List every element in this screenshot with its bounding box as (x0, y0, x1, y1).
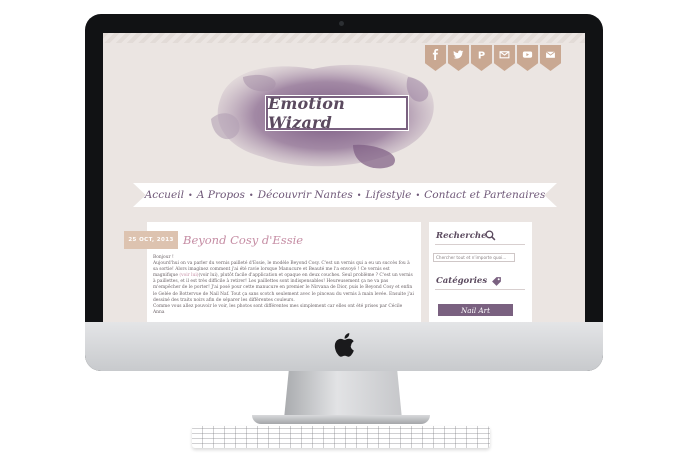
camera-dot (339, 21, 344, 26)
divider (435, 244, 525, 245)
blog-logo[interactable]: Emotion Wizard (265, 94, 409, 132)
nav-item-a-propos[interactable]: A Propos (197, 189, 245, 201)
search-input[interactable]: Chercher tout et n'importe quoi... (433, 253, 515, 262)
nav-separator: • (188, 190, 193, 200)
post-inline-link[interactable]: (voir lui) (179, 273, 198, 278)
nav-separator: • (356, 190, 362, 200)
browser-screen: P Emotion Wizard Accueil • A Propos • Dé… (103, 33, 585, 322)
mail-icon[interactable] (540, 45, 561, 71)
search-icon[interactable] (485, 230, 496, 241)
post-body: Bonjour ! Aujourd'hui on va parler du ve… (153, 255, 415, 316)
search-heading: Recherche (436, 231, 487, 241)
pinterest-icon[interactable]: P (471, 45, 492, 71)
categories-heading: Catégories (436, 276, 488, 286)
header-pattern-strip (103, 33, 585, 43)
keyboard (192, 426, 490, 448)
post-paragraph: Comme vous allez pouvoir le voir, les ph… (153, 303, 403, 315)
nav-item-lifestyle[interactable]: Lifestyle (366, 189, 412, 201)
svg-text:P: P (478, 50, 485, 60)
blog-title: Emotion Wizard (268, 94, 345, 132)
imac-stand (284, 371, 402, 419)
email-icon[interactable] (494, 45, 515, 71)
post-title[interactable]: Beyond Cosy d'Essie (183, 233, 303, 247)
twitter-icon[interactable] (448, 45, 469, 71)
post-date-badge: 25 OCT, 2013 (124, 231, 178, 249)
nav-separator: • (415, 190, 421, 200)
youtube-icon[interactable] (517, 45, 538, 71)
nav-item-contact[interactable]: Contact et Partenaires (424, 189, 545, 201)
nav-item-accueil[interactable]: Accueil (145, 189, 184, 201)
tag-icon (492, 277, 501, 286)
nav-item-decouvrir-nantes[interactable]: Découvrir Nantes (258, 189, 353, 201)
imac-chin (85, 322, 603, 371)
main-navigation: Accueil • A Propos • Découvrir Nantes • … (133, 183, 557, 207)
category-nail-art-button[interactable]: Nail Art (438, 304, 513, 316)
divider (435, 289, 525, 290)
nav-separator: • (248, 190, 254, 200)
post-paragraph: Aujourd'hui on va parler du vernis paill… (153, 261, 414, 303)
apple-logo-icon (334, 333, 354, 357)
social-links-bar: P (425, 45, 561, 71)
imac-stand-base (252, 415, 430, 424)
